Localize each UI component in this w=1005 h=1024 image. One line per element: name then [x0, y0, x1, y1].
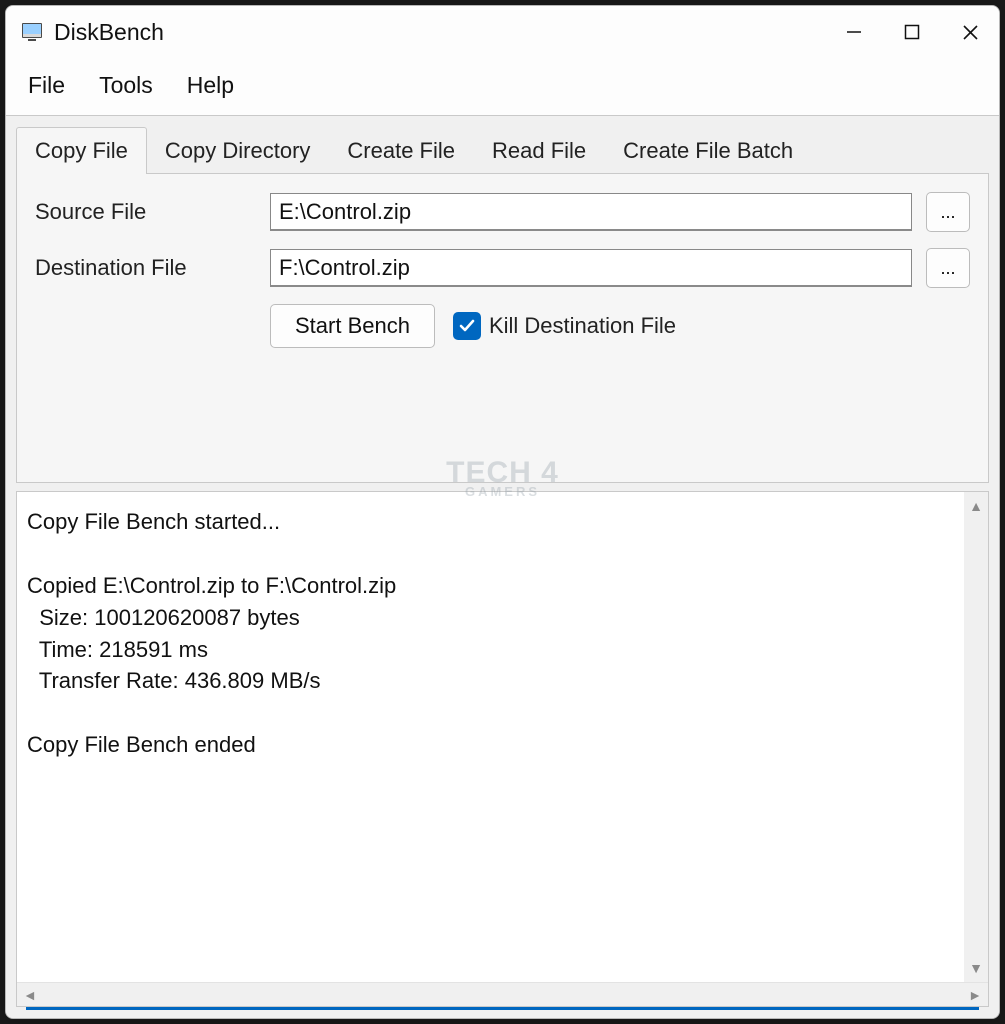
kill-destination-label: Kill Destination File: [489, 313, 676, 339]
app-window: DiskBench File Tools Help Copy File Copy…: [5, 5, 1000, 1019]
menu-tools[interactable]: Tools: [99, 72, 153, 99]
kill-destination-checkbox[interactable]: [453, 312, 481, 340]
minimize-button[interactable]: [825, 6, 883, 58]
tab-strip: Copy File Copy Directory Create File Rea…: [16, 126, 989, 173]
browse-destination-button[interactable]: ...: [926, 248, 970, 288]
tab-create-file-batch[interactable]: Create File Batch: [604, 127, 812, 174]
browse-source-button[interactable]: ...: [926, 192, 970, 232]
scroll-down-icon: ▼: [969, 960, 983, 976]
content-area: Copy File Copy Directory Create File Rea…: [6, 116, 999, 1018]
tab-copy-file[interactable]: Copy File: [16, 127, 147, 174]
scroll-up-icon: ▲: [969, 498, 983, 514]
app-icon: [20, 20, 44, 44]
close-button[interactable]: [941, 6, 999, 58]
source-file-input[interactable]: [270, 193, 912, 231]
destination-file-label: Destination File: [35, 255, 270, 281]
app-title: DiskBench: [54, 19, 164, 46]
menu-help[interactable]: Help: [187, 72, 234, 99]
tab-copy-directory[interactable]: Copy Directory: [146, 127, 329, 174]
destination-file-input[interactable]: [270, 249, 912, 287]
scroll-right-icon: ►: [968, 987, 982, 1003]
vertical-scrollbar[interactable]: ▲ ▼: [964, 492, 988, 982]
accent-bar: [26, 1007, 979, 1010]
maximize-button[interactable]: [883, 6, 941, 58]
output-text[interactable]: Copy File Bench started... Copied E:\Con…: [17, 492, 964, 982]
tab-create-file[interactable]: Create File: [328, 127, 474, 174]
source-file-label: Source File: [35, 199, 270, 225]
copy-file-panel: Source File ... Destination File ... Sta…: [16, 173, 989, 483]
tab-read-file[interactable]: Read File: [473, 127, 605, 174]
menubar: File Tools Help: [6, 58, 999, 116]
output-panel: Copy File Bench started... Copied E:\Con…: [16, 491, 989, 1007]
menu-file[interactable]: File: [28, 72, 65, 99]
horizontal-scrollbar[interactable]: ◄ ►: [17, 982, 988, 1006]
start-bench-button[interactable]: Start Bench: [270, 304, 435, 348]
titlebar: DiskBench: [6, 6, 999, 58]
scroll-left-icon: ◄: [23, 987, 37, 1003]
